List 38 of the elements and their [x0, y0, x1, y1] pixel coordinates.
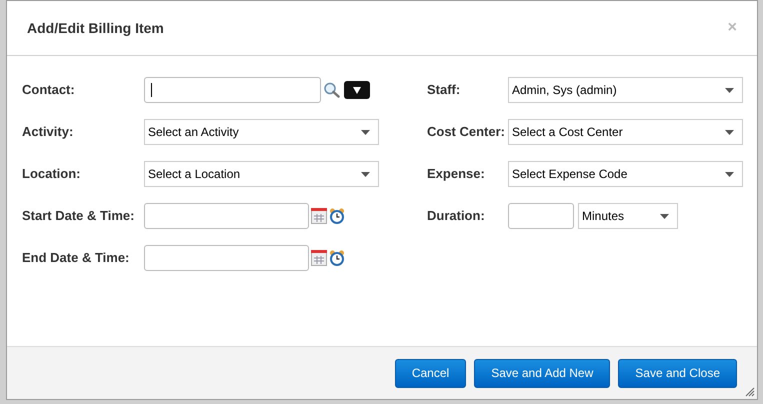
caret-icon: [353, 86, 361, 94]
action-button[interactable]: Save and Add New: [474, 358, 610, 388]
alarm-clock-icon[interactable]: [329, 250, 345, 266]
field-label: Location:: [22, 165, 82, 184]
select-field[interactable]: Select a Location: [144, 161, 379, 187]
field-label: Contact:: [22, 81, 76, 100]
calendar-icon[interactable]: [311, 208, 327, 224]
field-label: Start Date & Time:: [22, 207, 136, 226]
action-button[interactable]: Cancel: [394, 358, 466, 388]
select-field[interactable]: Minutes: [578, 203, 678, 229]
caret-icon: [725, 172, 734, 176]
dropdown-button[interactable]: [344, 81, 370, 99]
text-cursor: [151, 83, 152, 97]
select-field[interactable]: Admin, Sys (admin): [508, 77, 743, 103]
action-button[interactable]: Save and Close: [618, 358, 737, 388]
field-label: Cost Center:: [427, 123, 506, 142]
input-field[interactable]: [144, 245, 309, 271]
select-field[interactable]: Select an Activity: [144, 119, 379, 145]
caret-icon: [725, 130, 734, 134]
resize-handle-icon[interactable]: [745, 387, 755, 397]
select-field[interactable]: Select a Cost Center: [508, 119, 743, 145]
caret-icon: [361, 172, 370, 176]
calendar-icon[interactable]: [311, 250, 327, 266]
input-field[interactable]: [508, 203, 574, 229]
dialog-title: Add/Edit Billing Item: [27, 18, 164, 38]
field-label: Expense:: [427, 165, 486, 184]
caret-icon: [361, 130, 370, 134]
select-field[interactable]: Select Expense Code: [508, 161, 743, 187]
search-icon[interactable]: [323, 82, 341, 98]
alarm-clock-icon[interactable]: [329, 208, 345, 224]
field-label: Staff:: [427, 81, 462, 100]
field-label: End Date & Time:: [22, 249, 130, 268]
caret-icon: [725, 88, 734, 92]
caret-icon: [660, 214, 669, 218]
field-label: Activity:: [22, 123, 74, 142]
field-label: Duration:: [427, 207, 486, 226]
input-field[interactable]: [144, 77, 321, 103]
input-field[interactable]: [144, 203, 309, 229]
